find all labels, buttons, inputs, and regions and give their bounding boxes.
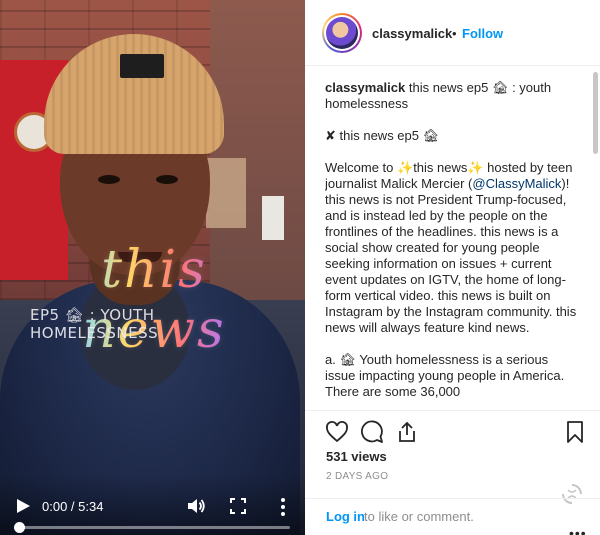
post-timestamp[interactable]: 2 DAYS AGO <box>326 471 388 482</box>
view-count: 531 views <box>326 449 387 464</box>
login-prompt: Log in to like or comment. ••• <box>305 498 600 535</box>
post-panel: classymalick • Follow classymalick this … <box>305 0 600 535</box>
video-subject-eye <box>98 175 120 184</box>
caption-text: classymalick this news ep5 🏚 : youth hom… <box>325 80 577 400</box>
avatar-image <box>326 17 358 49</box>
heart-icon[interactable] <box>325 420 349 444</box>
share-icon[interactable] <box>395 420 419 444</box>
caption-username[interactable]: classymalick <box>325 80 405 95</box>
video-subject-beanie-label <box>120 54 164 78</box>
video-time: 0:00 / 5:34 <box>42 499 104 514</box>
caption-paragraph-b: a. 🏚 Youth homelessness is a serious iss… <box>325 352 568 399</box>
post-actions <box>305 410 600 450</box>
caption-area: classymalick this news ep5 🏚 : youth hom… <box>325 80 577 410</box>
video-controls: 0:00 / 5:34 <box>0 475 305 535</box>
post-header: classymalick • Follow <box>305 0 600 66</box>
video-scrubber-handle[interactable] <box>14 522 25 533</box>
avatar-ring <box>324 15 360 51</box>
caption-paragraph-a-2: )! this news is not President Trump-focu… <box>325 176 577 335</box>
caption-line-2: ✘ this news ep5 🏚 <box>325 128 440 143</box>
video-overlay-title: this news <box>24 240 284 360</box>
video-subject-eye <box>156 175 178 184</box>
login-link[interactable]: Log in <box>326 509 365 524</box>
fullscreen-icon[interactable] <box>230 498 246 514</box>
volume-icon[interactable] <box>186 496 206 516</box>
bookmark-icon[interactable] <box>563 420 587 444</box>
play-icon[interactable] <box>16 499 30 513</box>
login-prompt-text: to like or comment. <box>364 509 474 524</box>
avatar[interactable] <box>322 13 362 53</box>
video-player[interactable]: this news EP5 🏚 : YOUTH HOMELESSNESS 0:0… <box>0 0 305 535</box>
comment-icon[interactable] <box>360 420 384 444</box>
follow-button[interactable]: Follow <box>462 26 503 41</box>
header-username[interactable]: classymalick <box>372 26 452 41</box>
caption-mention-link[interactable]: @ClassyMalick <box>472 176 561 191</box>
video-overlay-subtitle: EP5 🏚 : YOUTH HOMELESSNESS <box>30 306 159 342</box>
caption-scrollbar[interactable] <box>593 66 599 412</box>
caption-scrollbar-thumb[interactable] <box>593 72 598 154</box>
video-progress-bar[interactable] <box>16 526 290 529</box>
header-separator: • <box>452 26 457 41</box>
more-options-icon[interactable]: ••• <box>569 525 587 535</box>
video-subject-beanie <box>44 34 224 154</box>
more-vertical-icon[interactable] <box>279 497 287 517</box>
